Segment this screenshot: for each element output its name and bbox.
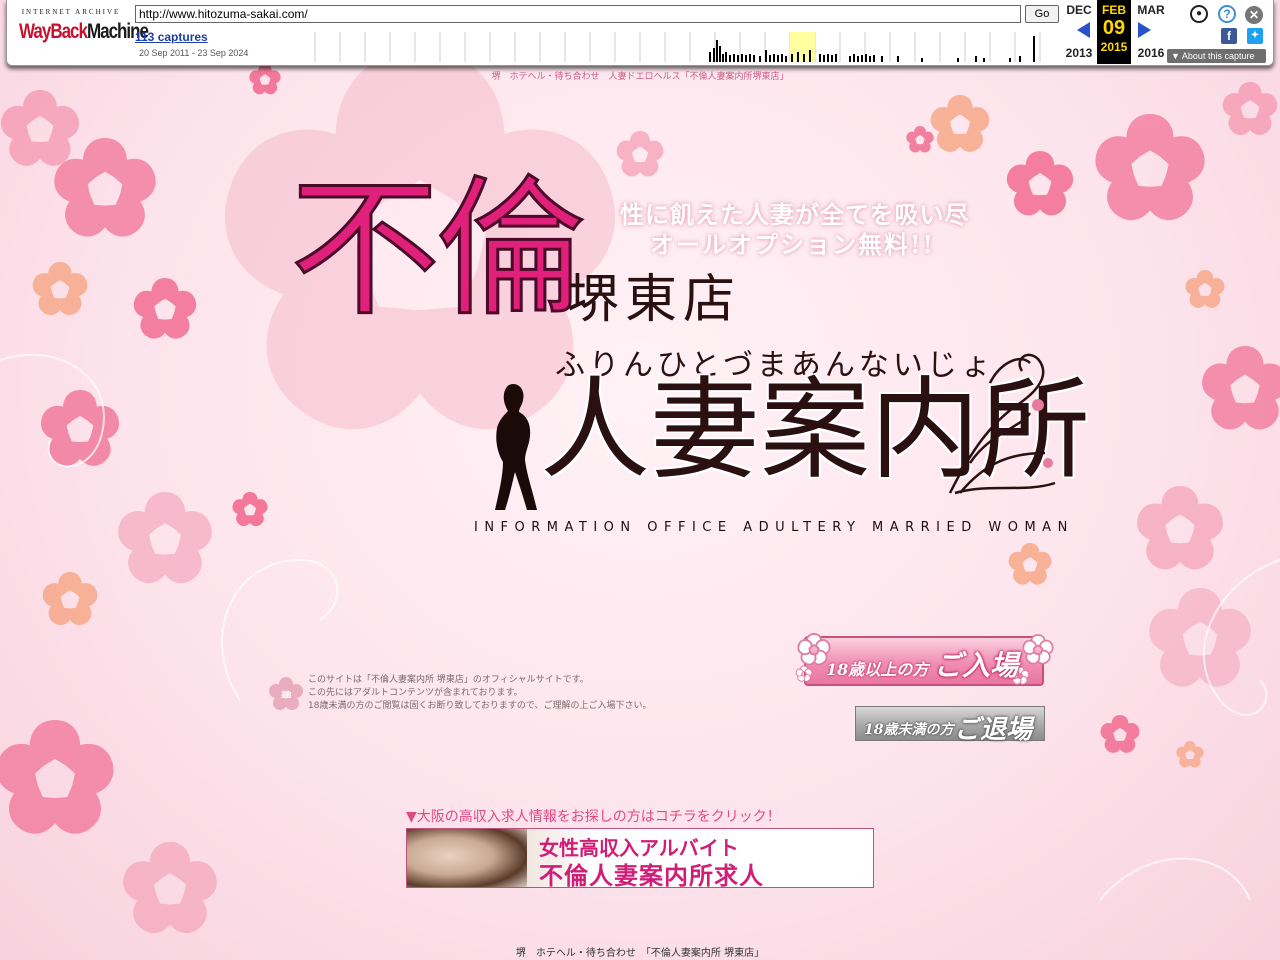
logo-title-english: INFORMATION OFFICE ADULTERY MARRIED WOMA… [474,520,1074,535]
wayback-toolbar: INTERNET ARCHIVE WayBackMachine http://w… [6,0,1274,66]
age-notice-line3: 18歳未満の方のご閲覧は固くお断り致しておりますので、ご理解の上ご入場下さい。 [308,701,652,711]
current-month: FEB [1102,3,1126,17]
exit-button[interactable]: 18歳未満の方 ご退場 [855,706,1045,745]
recruit-banner-line2: 不倫人妻案内所求人 [539,861,764,888]
svg-text:18: 18 [280,691,292,701]
enter-button[interactable]: 18歳以上の方 ご入場 [790,626,1060,690]
logo-title-main: 不倫 [288,163,587,337]
woman-silhouette-icon [495,384,537,510]
current-day: 09 [1102,17,1126,39]
next-month-label[interactable]: MAR [1133,3,1169,17]
user-icon[interactable]: ● [1190,5,1208,23]
close-icon[interactable]: ✕ [1245,6,1263,24]
about-capture-label: About this capture [1181,51,1255,61]
url-input[interactable]: http://www.hitozuma-sakai.com/ [135,5,1021,23]
exit-button-label: ご退場 [954,715,1033,745]
exit-button-sub-label: 18歳未満の方 [864,722,954,738]
twitter-icon[interactable]: ✦ [1247,28,1263,44]
site-logo: 性に飢えた人妻が全てを吸い尽 オールオプション無料!! 不倫 堺東店 ふりんひと… [280,163,1090,555]
current-year: 2015 [1100,40,1128,54]
prev-capture-arrow-icon[interactable] [1077,22,1090,38]
top-tagline: 堺 ホテヘル・待ち合わせ 人妻ドエロヘルス「不倫人妻案内所堺東店」 [491,72,789,82]
age-notice-line1: このサイトは「不倫人妻案内所 堺東店」のオフィシャルサイトです。 [308,675,589,685]
next-year-label[interactable]: 2016 [1133,46,1169,60]
prev-month-label[interactable]: DEC [1061,3,1097,17]
recruit-banner[interactable]: 女性高収入アルバイト 不倫人妻案内所求人 [406,828,874,888]
flourish-decoration-icon [948,353,1056,495]
recruit-link[interactable]: ▼大阪の高収入求人情報をお探しの方はコチラをクリック！ [406,806,781,826]
go-button[interactable]: Go [1025,5,1059,23]
age-notice-line2: この先にはアダルトコンテンツが含まれております。 [308,688,523,698]
wayback-logo[interactable]: INTERNET ARCHIVE WayBackMachine [19,8,149,52]
current-capture-date: FEB 09 2015 [1097,0,1131,64]
capture-sparkline[interactable] [307,30,1059,62]
logo-branch-name: 堺東店 [567,270,742,330]
enter-button-label: ご入場 [934,649,1019,682]
capture-date-range: 20 Sep 2011 - 23 Sep 2024 [139,48,249,58]
age-notice: このサイトは「不倫人妻案内所 堺東店」のオフィシャルサイトです。 この先にはアダ… [308,674,652,713]
enter-button-sub-label: 18歳以上の方 [826,660,929,679]
wayback-logo-main: WayBackMachine [19,19,149,43]
facebook-icon[interactable]: f [1221,28,1237,44]
about-capture-button[interactable]: ▼ About this capture [1167,49,1266,63]
catchphrase-line2: オールオプション無料!! [650,230,936,259]
wayback-logo-top: INTERNET ARCHIVE [21,8,121,16]
footer-text: 堺 ホテヘル・待ち合わせ 「不倫人妻案内所 堺東店」 [515,948,765,959]
next-capture-arrow-icon[interactable] [1138,22,1151,38]
prev-year-label[interactable]: 2013 [1061,46,1097,60]
help-icon[interactable]: ? [1218,5,1236,23]
age-restriction-icon: 18 [269,677,303,710]
recruit-banner-photo [407,829,527,887]
captures-link[interactable]: 113 captures [135,30,208,44]
